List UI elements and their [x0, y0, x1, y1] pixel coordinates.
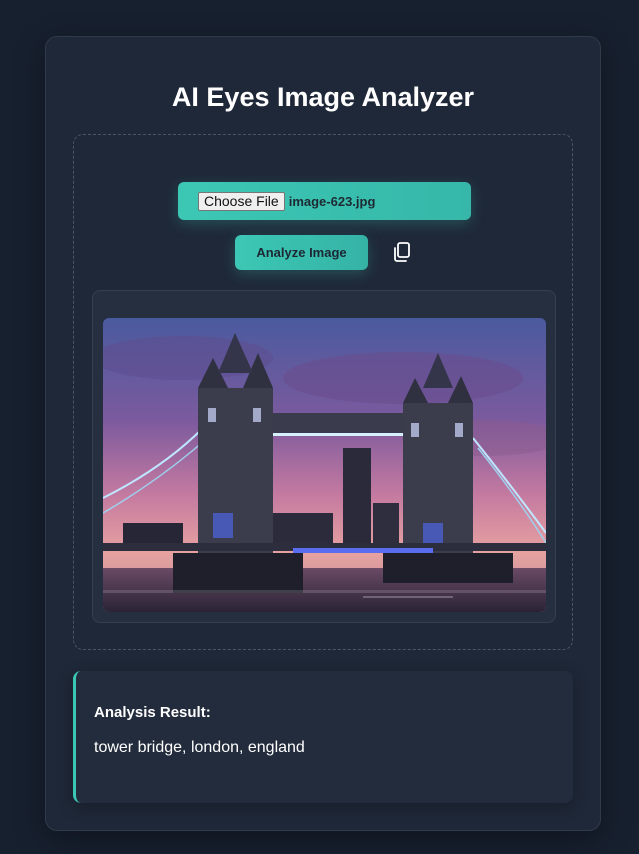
- analysis-result-panel: Analysis Result: tower bridge, london, e…: [73, 671, 573, 803]
- result-heading: Analysis Result:: [94, 704, 211, 721]
- analyze-image-button[interactable]: Analyze Image: [235, 235, 368, 270]
- result-text: tower bridge, london, england: [94, 739, 305, 756]
- file-input-bar[interactable]: Choose File image-623.jpg: [178, 182, 471, 220]
- copy-icon[interactable]: [391, 241, 413, 265]
- image-preview-container: [92, 290, 556, 623]
- selected-file-name: image-623.jpg: [288, 193, 376, 209]
- analyzer-card: AI Eyes Image Analyzer Choose File image…: [45, 36, 601, 831]
- choose-file-button[interactable]: Choose File: [198, 191, 285, 211]
- upload-zone: Choose File image-623.jpg Analyze Image: [73, 134, 573, 650]
- page-title: AI Eyes Image Analyzer: [171, 82, 475, 112]
- preview-image: [103, 318, 546, 612]
